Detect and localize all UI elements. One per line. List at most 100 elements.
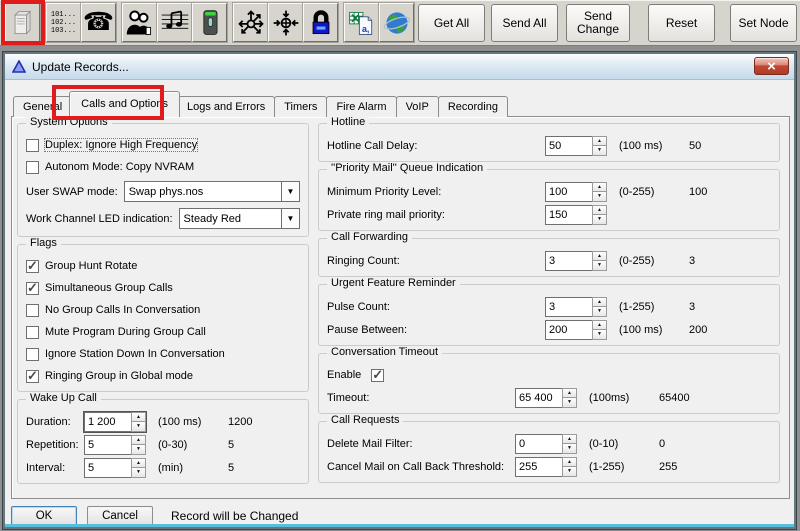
user-swap-mode-combobox[interactable]: Swap phys.nos <box>124 181 300 202</box>
group-title: Wake Up Call <box>26 392 101 404</box>
set-node-button[interactable]: Set Node <box>730 4 797 42</box>
spin-down-icon[interactable] <box>131 421 146 432</box>
toolbar-button-recorder[interactable] <box>192 3 227 42</box>
ringing-count-input[interactable] <box>545 251 592 271</box>
spin-down-icon[interactable] <box>562 443 577 454</box>
pause-between-input[interactable] <box>545 320 592 340</box>
tab-voip[interactable]: VoIP <box>396 96 439 117</box>
toolbar-button-music[interactable] <box>157 3 192 42</box>
interval-spinner[interactable] <box>131 458 146 478</box>
repetition-input[interactable] <box>84 435 131 455</box>
repetition-label: Repetition: <box>26 439 84 451</box>
duration-spinner[interactable] <box>131 412 146 432</box>
ignore-station-down-label: Ignore Station Down In Conversation <box>45 348 225 360</box>
music-icon <box>160 8 190 38</box>
export-data-icon: a, <box>347 8 377 38</box>
spin-down-icon[interactable] <box>131 444 146 455</box>
hotline-call-delay-input[interactable] <box>545 136 592 156</box>
send-all-button[interactable]: Send All <box>491 4 558 42</box>
group-title: Urgent Feature Reminder <box>327 277 460 289</box>
pulse-count-spinbox <box>545 297 607 317</box>
timeout-spinner[interactable] <box>562 388 577 408</box>
private-ring-mail-priority-input[interactable] <box>545 205 592 225</box>
private-ring-mail-priority-label: Private ring mail priority: <box>327 209 545 221</box>
combo-dropdown-icon[interactable] <box>281 182 299 201</box>
repetition-spinner[interactable] <box>131 435 146 455</box>
tab-fire-alarm[interactable]: Fire Alarm <box>326 96 396 117</box>
spin-down-icon[interactable] <box>592 260 607 271</box>
spin-down-icon[interactable] <box>592 214 607 225</box>
row-simultaneous-group-calls: Simultaneous Group Calls <box>26 277 300 299</box>
group-hunt-rotate-checkbox[interactable] <box>26 260 39 273</box>
spin-down-icon[interactable] <box>592 329 607 340</box>
spin-down-icon[interactable] <box>592 191 607 202</box>
no-group-calls-checkbox[interactable] <box>26 304 39 317</box>
toolbar-button-network[interactable] <box>379 3 414 42</box>
send-change-button[interactable]: Send Change <box>566 4 630 42</box>
mute-program-checkbox[interactable] <box>26 326 39 339</box>
hotline-call-delay-default: 50 <box>689 140 701 152</box>
conversation-timeout-enable-checkbox[interactable] <box>371 369 384 382</box>
pulse-count-range: (1-255) <box>619 301 679 313</box>
toolbar-button-export[interactable]: a, <box>344 3 379 42</box>
record-status-text: Record will be Changed <box>171 509 298 523</box>
toolbar-button-broadcast[interactable] <box>233 3 268 42</box>
row-work-channel-led: Work Channel LED indication: Steady Red <box>26 205 300 232</box>
duration-input[interactable] <box>84 412 131 432</box>
work-channel-led-combobox[interactable]: Steady Red <box>179 208 300 229</box>
toolbar-button-phone[interactable]: ☎ <box>81 3 116 42</box>
spin-down-icon[interactable] <box>131 467 146 478</box>
autonom-mode-checkbox[interactable] <box>26 161 39 174</box>
spin-down-icon[interactable] <box>592 145 607 156</box>
row-user-swap-mode: User SWAP mode: Swap phys.nos <box>26 178 300 205</box>
combo-dropdown-icon[interactable] <box>281 209 299 228</box>
minimum-priority-level-spinner[interactable] <box>592 182 607 202</box>
broadcast-arrows-icon <box>236 8 266 38</box>
simultaneous-group-calls-label: Simultaneous Group Calls <box>45 282 173 294</box>
pause-between-spinbox <box>545 320 607 340</box>
ringing-count-spinbox <box>545 251 607 271</box>
spin-down-icon[interactable] <box>562 466 577 477</box>
ringing-count-spinner[interactable] <box>592 251 607 271</box>
duplex-checkbox[interactable] <box>26 139 39 152</box>
private-ring-mail-priority-spinner[interactable] <box>592 205 607 225</box>
hotline-call-delay-label: Hotline Call Delay: <box>327 140 545 152</box>
group-wake-up-call: Wake Up Call Duration: (100 ms) 1200 Rep… <box>17 399 309 484</box>
reset-button[interactable]: Reset <box>648 4 715 42</box>
pulse-count-spinner[interactable] <box>592 297 607 317</box>
interval-spinbox <box>84 458 146 478</box>
hotline-call-delay-spinner[interactable] <box>592 136 607 156</box>
minimum-priority-level-range: (0-255) <box>619 186 679 198</box>
simultaneous-group-calls-checkbox[interactable] <box>26 282 39 295</box>
delete-mail-filter-spinner[interactable] <box>562 434 577 454</box>
tab-timers[interactable]: Timers <box>274 96 327 117</box>
row-no-group-calls: No Group Calls In Conversation <box>26 299 300 321</box>
pulse-count-default: 3 <box>689 301 695 313</box>
tab-logs-and-errors[interactable]: Logs and Errors <box>177 96 275 117</box>
row-hotline-call-delay: Hotline Call Delay: (100 ms) 50 <box>327 134 771 157</box>
toolbar-button-target[interactable] <box>268 3 303 42</box>
ignore-station-down-checkbox[interactable] <box>26 348 39 361</box>
delete-mail-filter-input[interactable] <box>515 434 562 454</box>
row-ignore-station-down: Ignore Station Down In Conversation <box>26 343 300 365</box>
tab-recording[interactable]: Recording <box>438 96 508 117</box>
cancel-mail-threshold-input[interactable] <box>515 457 562 477</box>
pulse-count-input[interactable] <box>545 297 592 317</box>
toolbar-button-records-list[interactable]: 101... 102... 103... <box>46 3 81 42</box>
close-button[interactable] <box>754 57 789 75</box>
minimum-priority-level-input[interactable] <box>545 182 592 202</box>
cancel-mail-threshold-label: Cancel Mail on Call Back Threshold: <box>327 461 515 473</box>
ringing-group-global-checkbox[interactable] <box>26 370 39 383</box>
spin-down-icon[interactable] <box>562 397 577 408</box>
toolbar-button-users[interactable] <box>122 3 157 42</box>
timeout-input[interactable] <box>515 388 562 408</box>
interval-input[interactable] <box>84 458 131 478</box>
get-all-button[interactable]: Get All <box>418 4 485 42</box>
spin-down-icon[interactable] <box>592 306 607 317</box>
toolbar-button-lock[interactable] <box>303 3 338 42</box>
duration-label: Duration: <box>26 416 84 428</box>
row-mute-program: Mute Program During Group Call <box>26 321 300 343</box>
dialog-titlebar[interactable]: Update Records... <box>5 54 794 80</box>
pause-between-spinner[interactable] <box>592 320 607 340</box>
cancel-mail-threshold-spinner[interactable] <box>562 457 577 477</box>
